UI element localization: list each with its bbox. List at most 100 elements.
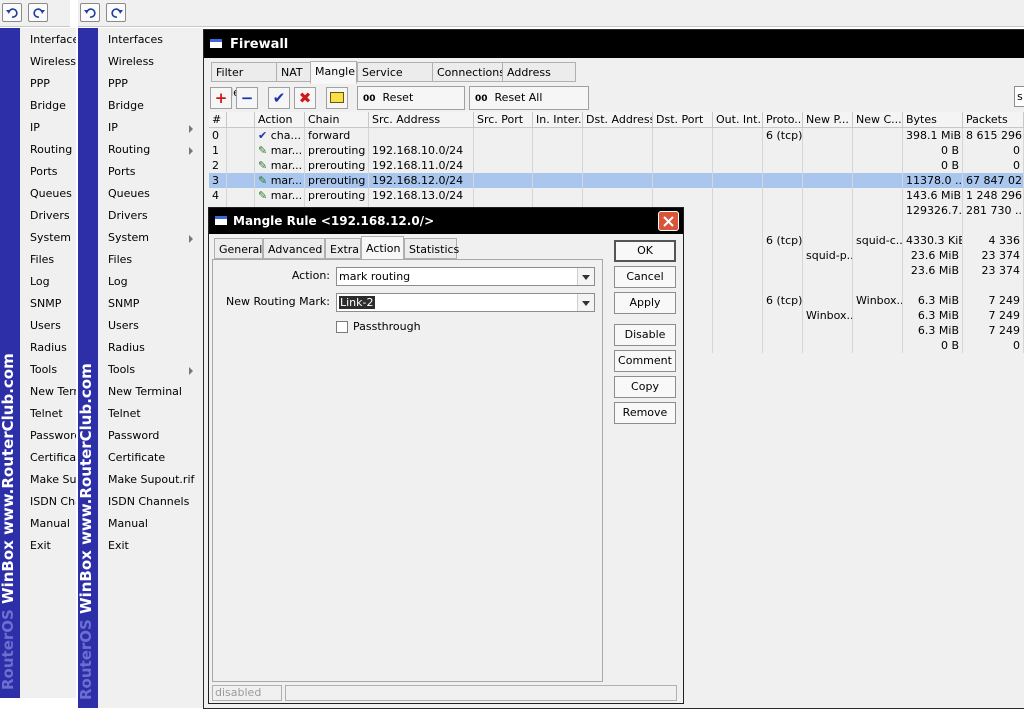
menu-item-exit[interactable]: Exit [108,535,201,557]
remove-button[interactable]: − [236,87,258,109]
column-header-new-c[interactable]: New C... [853,112,903,128]
menu-item-system[interactable]: System [108,227,201,249]
menu-item-new-terminal[interactable]: New Terminal [108,381,201,403]
menu-item-routing[interactable]: Routing [30,139,78,161]
column-header-chain[interactable]: Chain [305,112,369,128]
dialog-titlebar[interactable]: Mangle Rule <192.168.12.0/> [209,208,683,234]
menu-item-make-supout-rif[interactable]: Make Supout.rif [30,469,78,491]
menu-item-radius[interactable]: Radius [30,337,78,359]
column-header-out-int[interactable]: Out. Int... [713,112,763,128]
comment-button[interactable] [326,87,348,109]
menu-item-radius[interactable]: Radius [108,337,201,359]
menu-item-queues[interactable]: Queues [30,183,78,205]
menu-item-log[interactable]: Log [108,271,201,293]
menu-item-tools[interactable]: Tools [30,359,78,381]
search-field[interactable]: s [1014,86,1024,107]
table-row[interactable]: 2 ✎ mar... prerouting 192.168.11.0/24 0 B0 [209,158,1024,173]
menu-item-log[interactable]: Log [30,271,78,293]
menu-item-bridge[interactable]: Bridge [108,95,201,117]
close-button[interactable] [658,211,679,231]
menu-item-ports[interactable]: Ports [30,161,78,183]
redo-button[interactable] [106,3,126,22]
ok-button[interactable]: OK [614,240,676,262]
tab-connections[interactable]: Connections [432,62,505,82]
menu-item-password[interactable]: Password [108,425,201,447]
dialog-tab-general[interactable]: General [214,238,263,259]
column-header-bytes[interactable]: Bytes [903,112,963,128]
column-header-new-p[interactable]: New P... [803,112,853,128]
menu-item-tools[interactable]: Tools [108,359,201,381]
column-header-dst-address[interactable]: Dst. Address [583,112,653,128]
menu-item-drivers[interactable]: Drivers [30,205,78,227]
menu-item-queues[interactable]: Queues [108,183,201,205]
menu-item-users[interactable]: Users [108,315,201,337]
menu-item-wireless[interactable]: Wireless [30,51,78,73]
menu-item-wireless[interactable]: Wireless [108,51,201,73]
table-row[interactable]: 4 ✎ mar... prerouting 192.168.13.0/24 143.6 … [209,188,1024,203]
column-header-packets[interactable]: Packets [963,112,1024,128]
column-header-src-address[interactable]: Src. Address [369,112,474,128]
apply-button[interactable]: Apply [614,292,676,314]
menu-item-ip[interactable]: IP [30,117,78,139]
tab-service-ports[interactable]: Service Ports [357,62,433,99]
menu-item-users[interactable]: Users [30,315,78,337]
column-header-action[interactable]: Action [255,112,305,128]
menu-item-manual[interactable]: Manual [108,513,201,535]
menu-item-password[interactable]: Password [30,425,78,447]
copy-button[interactable]: Copy [614,376,676,398]
comment-button[interactable]: Comment [614,350,676,372]
menu-item-system[interactable]: System [30,227,78,249]
dialog-tab-statistics[interactable]: Statistics [404,238,459,259]
menu-item-ppp[interactable]: PPP [30,73,78,95]
reset-all-counters-button[interactable]: 00Reset All Counters [469,86,589,127]
menu-item-drivers[interactable]: Drivers [108,205,201,227]
dialog-tab-action[interactable]: Action [361,236,404,260]
remove-button[interactable]: Remove [614,402,676,424]
firewall-titlebar[interactable]: Firewall [204,30,1024,58]
tab-mangle[interactable]: Mangle [310,61,357,84]
table-row[interactable]: 0 ✔ cha... forward 6 (tcp) 398.1 MiB 8 615 29… [209,128,1024,143]
disable-button[interactable]: Disable [614,324,676,346]
menu-item-interfaces[interactable]: Interfaces [30,29,78,51]
table-row[interactable]: 1 ✎ mar... prerouting 192.168.10.0/24 0 B0 [209,143,1024,158]
menu-item-ppp[interactable]: PPP [108,73,201,95]
column-header-[interactable]: # [209,112,227,128]
cancel-button[interactable]: Cancel [614,266,676,288]
table-row[interactable]: 3 ✎ mar... prerouting 192.168.12.0/24 11378.… [209,173,1024,188]
menu-item-snmp[interactable]: SNMP [108,293,201,315]
dialog-tab-extra[interactable]: Extra [325,238,361,259]
menu-item-isdn-channels[interactable]: ISDN Channels [108,491,201,513]
routing-mark-select[interactable]: Link-2 [336,293,595,312]
column-header-in-inter[interactable]: In. Inter... [533,112,583,128]
tab-address-lists[interactable]: Address Lists [502,62,576,99]
menu-item-files[interactable]: Files [30,249,78,271]
menu-item-files[interactable]: Files [108,249,201,271]
passthrough-checkbox[interactable] [336,321,348,333]
dialog-tab-advanced[interactable]: Advanced [263,238,325,259]
tab-nat[interactable]: NAT [276,62,311,82]
menu-item-exit[interactable]: Exit [30,535,78,557]
add-button[interactable]: + [210,87,232,109]
column-header-src-port[interactable]: Src. Port [474,112,533,128]
redo-button[interactable] [28,3,48,22]
disable-button[interactable]: ✖ [294,87,316,109]
menu-item-certificate[interactable]: Certificate [108,447,201,469]
menu-item-certificate[interactable]: Certificate [30,447,78,469]
tab-filter-rules[interactable]: Filter Rules [211,62,277,99]
menu-item-isdn-channels[interactable]: ISDN Channels [30,491,78,513]
menu-item-telnet[interactable]: Telnet [108,403,201,425]
menu-item-snmp[interactable]: SNMP [30,293,78,315]
reset-counters-button[interactable]: 00Reset Counters [357,86,465,127]
column-header-dst-port[interactable]: Dst. Port [653,112,713,128]
undo-button[interactable] [80,3,100,22]
menu-item-interfaces[interactable]: Interfaces [108,29,201,51]
column-header-blank[interactable] [227,112,255,128]
menu-item-new-terminal[interactable]: New Terminal [30,381,78,403]
menu-item-ports[interactable]: Ports [108,161,201,183]
menu-item-routing[interactable]: Routing [108,139,201,161]
menu-item-manual[interactable]: Manual [30,513,78,535]
menu-item-make-supout-rif[interactable]: Make Supout.rif [108,469,201,491]
menu-item-telnet[interactable]: Telnet [30,403,78,425]
enable-button[interactable]: ✔ [268,87,290,109]
column-header-proto[interactable]: Proto... [763,112,803,128]
